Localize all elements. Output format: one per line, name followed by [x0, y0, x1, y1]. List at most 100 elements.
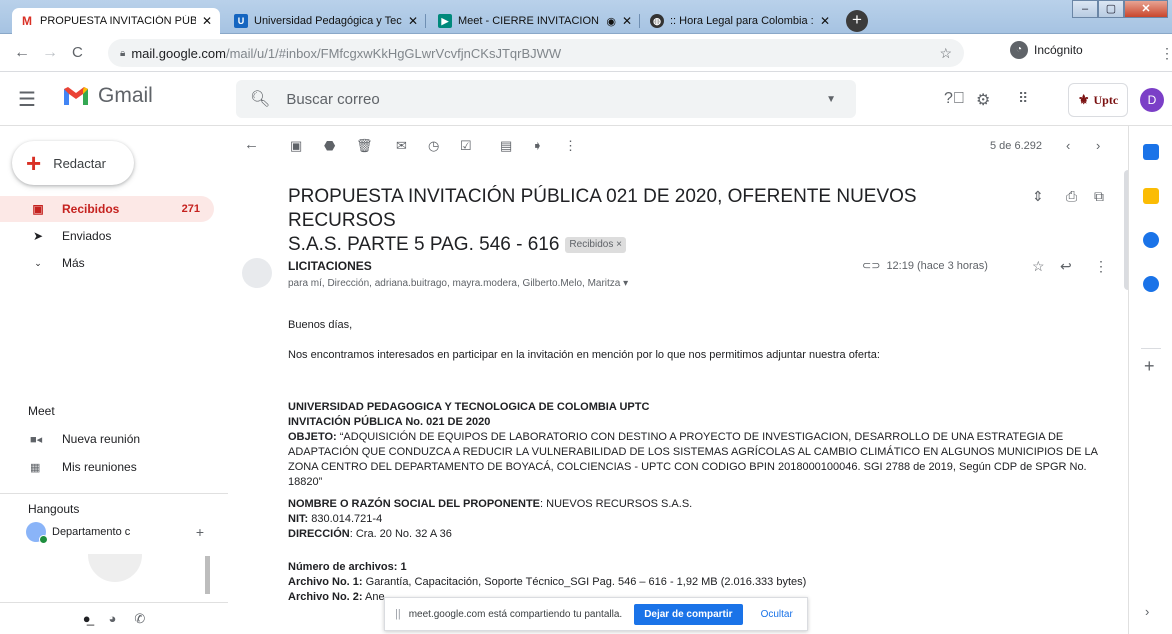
archive-icon[interactable]: ▣ [290, 138, 302, 154]
newer-icon[interactable]: ‹ [1066, 138, 1070, 153]
reload-icon[interactable]: C [72, 44, 83, 61]
add-contact-icon[interactable]: + [196, 524, 204, 540]
url-host: mail.google.com [131, 45, 226, 61]
label-icon[interactable]: ➧ [532, 138, 543, 154]
gmail-header: ☰ Gmail 🔍︎ Buscar correo ▼ ?⃝ ⚙ ⠿ ⚜ Uptc… [0, 72, 1172, 126]
tab-hora-legal[interactable]: ◍ :: Hora Legal para Colombia :: ✕ [642, 8, 838, 34]
invitation-text: INVITACIÓN PÚBLICA No. 021 DE 2020 [288, 416, 491, 428]
meet-icon: ▶ [438, 14, 452, 28]
keep-app-icon[interactable] [1143, 188, 1159, 204]
account-organization-badge[interactable]: ⚜ Uptc [1068, 83, 1128, 117]
globe-icon: ◍ [650, 14, 664, 28]
get-addons-icon[interactable]: + [1144, 356, 1155, 377]
collapse-all-icon[interactable]: ⇕ [1032, 188, 1044, 205]
search-icon[interactable]: 🔍︎ [250, 89, 270, 109]
chat-bubble-icon[interactable]: ◕ [109, 611, 117, 626]
url-field[interactable]: 🔒︎ mail.google.com/mail/u/1/#inbox/FMfcg… [108, 39, 964, 67]
attachment-icon: ⊂⊃ [862, 260, 881, 272]
star-icon[interactable]: ☆ [939, 45, 952, 62]
search-input[interactable]: 🔍︎ Buscar correo ▼ [236, 80, 856, 118]
browser-menu-icon[interactable]: ⋮ [1160, 45, 1172, 62]
main-menu-icon[interactable]: ☰ [18, 87, 36, 112]
print-icon[interactable]: ⎙ [1066, 188, 1077, 205]
message-view: ← ▣ ⬣ 🗑︎ ✉ ◷ ☑ ▤ ➧ ⋮ 5 de 6.292 ‹ › PROP… [228, 126, 1128, 634]
tab-gmail[interactable]: M PROPUESTA INVITACIÓN PÚBLIC ✕ [12, 8, 220, 34]
direccion-value: : Cra. 20 No. 32 A 36 [349, 528, 452, 540]
subject-line-continued: S.A.S. PARTE 5 PAG. 546 - 616 Recibidos × [288, 233, 968, 257]
sidebar-item-inbox[interactable]: ▣ Recibidos 271 [0, 196, 214, 222]
close-tab-icon[interactable]: ✕ [408, 14, 418, 28]
divider [0, 493, 228, 494]
sidebar-item-label: Recibidos [62, 202, 120, 216]
address-bar: ← → C 🔒︎ mail.google.com/mail/u/1/#inbox… [0, 34, 1172, 72]
recording-icon: ◉ [606, 15, 616, 28]
add-to-tasks-icon[interactable]: ☑ [460, 138, 472, 154]
stop-sharing-button[interactable]: Dejar de compartir [634, 603, 743, 625]
reply-icon[interactable]: ↩ [1060, 258, 1072, 275]
hide-banner-button[interactable]: Ocultar [761, 609, 793, 620]
close-tab-icon[interactable]: ✕ [622, 14, 632, 28]
new-tab-button[interactable]: + [846, 10, 868, 32]
greeting: Buenos días, [288, 319, 353, 331]
move-to-icon[interactable]: ▤ [500, 138, 512, 154]
hangouts-scrollbar[interactable] [205, 556, 210, 594]
minimize-button[interactable]: ‒ [1072, 0, 1098, 18]
sender-name[interactable]: LICITACIONES [288, 259, 372, 273]
forward-icon[interactable]: → [42, 44, 58, 62]
recipients[interactable]: para mí, Dirección, adriana.buitrago, ma… [288, 278, 628, 289]
compose-button[interactable]: + Redactar [12, 141, 134, 185]
tab-uptc[interactable]: U Universidad Pedagógica y Tecnol ✕ [226, 8, 426, 34]
contacts-icon[interactable]: ●̲ [83, 611, 91, 626]
message-toolbar: ← ▣ ⬣ 🗑︎ ✉ ◷ ☑ ▤ ➧ ⋮ 5 de 6.292 ‹ › [228, 126, 1128, 166]
search-placeholder: Buscar correo [286, 90, 380, 108]
close-tab-icon[interactable]: ✕ [820, 14, 830, 28]
file-1-label: Archivo No. 1: [288, 576, 363, 588]
show-side-panel-icon[interactable]: › [1145, 604, 1149, 619]
file-1-line: Archivo No. 1: Garantía, Capacitación, S… [288, 575, 806, 590]
sidebar-item-more[interactable]: ⌄ Más [0, 250, 214, 276]
snooze-icon[interactable]: ◷ [428, 138, 439, 154]
incognito-indicator[interactable]: ◔ Incógnito [1010, 41, 1083, 59]
back-icon[interactable]: ← [14, 44, 30, 62]
tasks-app-icon[interactable] [1143, 232, 1159, 248]
back-to-inbox-icon[interactable]: ← [244, 136, 259, 153]
close-window-button[interactable]: ✕ [1124, 0, 1168, 18]
calendar-app-icon[interactable] [1143, 144, 1159, 160]
university-text: UNIVERSIDAD PEDAGOGICA Y TECNOLOGICA DE … [288, 401, 650, 413]
close-tab-icon[interactable]: ✕ [202, 14, 212, 28]
settings-gear-icon[interactable]: ⚙ [976, 90, 990, 110]
proponente-value: : NUEVOS RECURSOS S.A.S. [540, 498, 693, 510]
delete-icon[interactable]: 🗑︎ [356, 138, 373, 154]
my-meetings-label: Mis reuniones [62, 460, 137, 474]
drag-handle-icon[interactable]: || [395, 608, 401, 620]
gmail-logo[interactable]: Gmail [62, 84, 153, 108]
report-spam-icon[interactable]: ⬣ [324, 138, 335, 154]
account-avatar[interactable]: D [1140, 88, 1164, 112]
invitation-number: INVITACIÓN PÚBLICA No. 021 DE 2020 [288, 415, 490, 430]
apps-grid-icon[interactable]: ⠿ [1018, 90, 1028, 107]
mark-unread-icon[interactable]: ✉ [396, 138, 407, 154]
incognito-icon: ◔ [1010, 41, 1028, 59]
phone-icon[interactable]: ✆ [134, 611, 145, 627]
help-icon[interactable]: ?⃝ [944, 90, 965, 108]
nit-value: 830.014.721-4 [308, 513, 383, 525]
url-path: /mail/u/1/#inbox/FMfcgxwKkHgGLwrVcvfjnCK… [225, 45, 562, 61]
side-panel: + › [1128, 126, 1172, 634]
inbox-label-chip[interactable]: Recibidos × [565, 236, 626, 253]
tab-meet[interactable]: ▶ Meet - CIERRE INVITACION ◉ ✕ [430, 8, 640, 34]
contacts-app-icon[interactable] [1143, 276, 1159, 292]
tab-title: Meet - CIERRE INVITACION [458, 15, 599, 27]
my-meetings-button[interactable]: ▦ Mis reuniones [30, 460, 137, 474]
older-icon[interactable]: › [1096, 138, 1100, 153]
new-meeting-button[interactable]: ■◂ Nueva reunión [30, 432, 140, 446]
sidebar-item-sent[interactable]: ➤ Enviados [0, 223, 214, 249]
direccion-label: DIRECCIÓN [288, 528, 350, 540]
intro-paragraph: Nos encontramos interesados en participa… [288, 349, 880, 361]
search-options-icon[interactable]: ▼ [826, 94, 836, 105]
open-in-new-window-icon[interactable]: ⧉ [1094, 188, 1104, 205]
more-icon[interactable]: ⋮ [1094, 258, 1108, 275]
hangouts-user[interactable]: Departamento c + [26, 522, 226, 544]
more-options-icon[interactable]: ⋮ [564, 138, 577, 154]
star-icon[interactable]: ☆ [1032, 258, 1045, 275]
maximize-button[interactable]: ▢ [1098, 0, 1124, 18]
